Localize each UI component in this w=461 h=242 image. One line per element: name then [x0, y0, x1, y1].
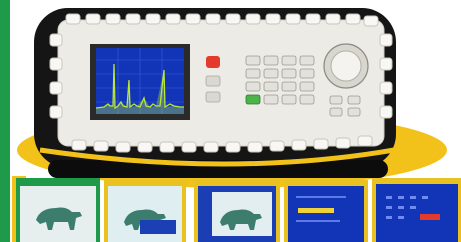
- product-photo: [0, 0, 461, 242]
- analyzer-illustration: [12, 8, 461, 242]
- side-button-2: [205, 91, 221, 103]
- thumbnail-4-screen: [288, 186, 364, 242]
- green-key: [245, 94, 261, 105]
- menu-highlight: [420, 214, 440, 220]
- menu-bar: [298, 208, 334, 213]
- rotary-knob: [330, 50, 362, 82]
- side-button-1: [205, 75, 221, 87]
- thumbnail-5-screen: [376, 184, 458, 242]
- menu-line: [296, 196, 346, 198]
- thumbnail-2-overlay: [140, 220, 176, 234]
- red-button: [206, 56, 220, 68]
- menu-line: [296, 220, 340, 222]
- thumbnail-strip: [16, 178, 461, 242]
